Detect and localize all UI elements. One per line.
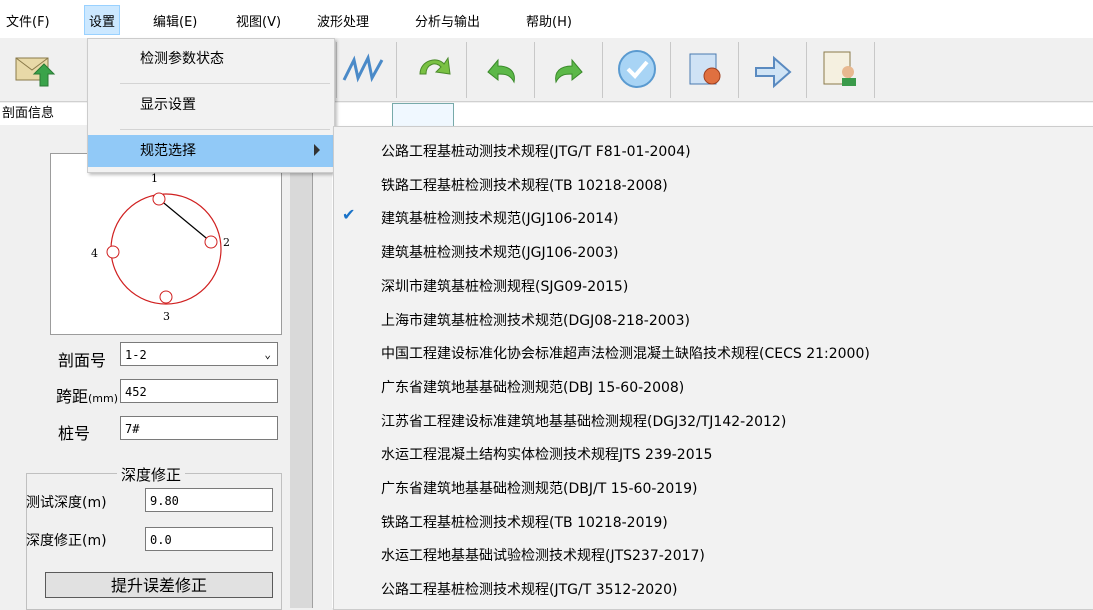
pile-point-4: 4 <box>91 247 98 260</box>
standards-submenu: 公路工程基桩动测技术规程(JTG/T F81-01-2004) 铁路工程基桩检测技… <box>333 126 1093 610</box>
standard-item-label: 铁路工程基桩检测技术规程(TB 10218-2008) <box>381 177 668 194</box>
menu-help[interactable]: 帮助(H) <box>526 11 572 30</box>
standard-item[interactable]: 广东省建筑地基基础检测规范(DBJ/T 15-60-2019) <box>334 472 1093 503</box>
standard-item-label: 广东省建筑地基基础检测规范(DBJ 15-60-2008) <box>381 379 685 396</box>
standard-item-label: 上海市建筑基桩检测技术规范(DGJ08-218-2003) <box>381 312 690 329</box>
menu-waveform[interactable]: 波形处理 <box>317 11 369 30</box>
menu-item-detection-params[interactable]: 检测参数状态 <box>88 43 334 75</box>
standard-item[interactable]: 铁路工程基桩检测技术规程(TB 10218-2019) <box>334 506 1093 537</box>
menu-bar: 文件(F) 设置 编辑(E) 视图(V) 波形处理 分析与输出 帮助(H) <box>0 0 1093 38</box>
standard-item[interactable]: 江苏省工程建设标准建筑地基基础检测规程(DGJ32/TJ142-2012) <box>334 405 1093 436</box>
standard-item-label: 建筑基桩检测技术规范(JGJ106-2003) <box>381 245 619 262</box>
menu-edit[interactable]: 编辑(E) <box>153 11 197 30</box>
pile-no-label: 桩号 <box>58 424 91 443</box>
check-circle-icon[interactable] <box>612 44 662 94</box>
standard-item-label: 深圳市建筑基桩检测规程(SJG09-2015) <box>381 278 629 295</box>
section-no-label: 剖面号 <box>58 351 107 370</box>
standard-item[interactable]: 水运工程混凝土结构实体检测技术规程JTS 239-2015 <box>334 438 1093 469</box>
menu-settings[interactable]: 设置 <box>84 5 121 35</box>
undo-icon[interactable] <box>476 44 526 94</box>
depth-correction-label: 深度修正(m) <box>26 533 107 549</box>
forward-arrow-icon[interactable] <box>748 44 798 94</box>
span-label: 跨距(mm) <box>56 387 119 406</box>
chevron-down-icon: ⌄ <box>264 348 271 361</box>
pile-no-input[interactable]: 7# <box>120 416 278 440</box>
settings-dropdown-menu: 检测参数状态 显示设置 规范选择 <box>87 38 335 173</box>
standard-item-label: 广东省建筑地基基础检测规范(DBJ/T 15-60-2019) <box>381 481 698 497</box>
standard-item-label: 水运工程混凝土结构实体检测技术规程JTS 239-2015 <box>381 447 713 464</box>
standard-item[interactable]: 深圳市建筑基桩检测规程(SJG09-2015) <box>334 270 1093 301</box>
menu-item-display-settings[interactable]: 显示设置 <box>88 89 334 121</box>
redo-icon[interactable] <box>544 44 594 94</box>
waveform-icon[interactable] <box>340 44 390 94</box>
standard-item-label: 铁路工程基桩检测技术规程(TB 10218-2019) <box>381 514 668 531</box>
test-depth-label: 测试深度(m) <box>26 495 107 511</box>
refresh-arrows-icon[interactable] <box>408 44 458 94</box>
standard-item[interactable]: 水运工程地基基础试验检测技术规程(JTS237-2017) <box>334 539 1093 570</box>
standard-item-label: 中国工程建设标准化协会标准超声法检测混凝土缺陷技术规程(CECS 21:2000… <box>381 346 870 363</box>
standard-item-label: 水运工程地基基础试验检测技术规程(JTS237-2017) <box>381 548 705 565</box>
standard-item[interactable]: ✔ 建筑基桩检测技术规范(JGJ106-2014) <box>334 202 1093 233</box>
pile-section-diagram: 1 2 3 4 <box>50 153 282 335</box>
section-info-tab[interactable]: 剖面信息 <box>0 103 87 125</box>
standard-item[interactable]: 铁路工程基桩检测技术规程(TB 10218-2008) <box>334 169 1093 200</box>
main-tab[interactable] <box>392 103 454 127</box>
section-no-select[interactable]: 1-2 ⌄ <box>120 342 278 366</box>
standard-item-label: 公路工程基桩动测技术规程(JTG/T F81-01-2004) <box>381 144 691 160</box>
menu-analysis-output[interactable]: 分析与输出 <box>415 11 480 30</box>
standard-item-label: 建筑基桩检测技术规范(JGJ106-2014) <box>381 211 619 228</box>
pile-point-1: 1 <box>151 172 158 185</box>
test-depth-input[interactable]: 9.80 <box>145 488 273 512</box>
standard-item[interactable]: 中国工程建设标准化协会标准超声法检测混凝土缺陷技术规程(CECS 21:2000… <box>334 337 1093 368</box>
submenu-arrow-icon <box>314 144 320 156</box>
menu-view[interactable]: 视图(V) <box>236 11 281 30</box>
standard-item[interactable]: 广东省建筑地基基础检测规范(DBJ 15-60-2008) <box>334 371 1093 402</box>
lift-error-correction-button[interactable]: 提升误差修正 <box>45 572 273 598</box>
standard-item[interactable]: 公路工程基桩检测技术规程(JTG/T 3512-2020) <box>334 573 1093 604</box>
splitter[interactable] <box>312 170 333 608</box>
analyze-icon[interactable] <box>680 44 730 94</box>
check-icon: ✔ <box>342 205 356 225</box>
standard-item[interactable]: 建筑基桩检测技术规范(JGJ106-2003) <box>334 236 1093 267</box>
standard-item[interactable]: 上海市建筑基桩检测技术规范(DGJ08-218-2003) <box>334 304 1093 335</box>
standard-item[interactable]: 公路工程基桩动测技术规程(JTG/T F81-01-2004) <box>334 135 1093 166</box>
menu-file[interactable]: 文件(F) <box>6 11 50 30</box>
depth-correction-input[interactable]: 0.0 <box>145 527 273 551</box>
pile-point-3: 3 <box>163 310 170 323</box>
standard-item-label: 江苏省工程建设标准建筑地基基础检测规程(DGJ32/TJ142-2012) <box>381 413 787 430</box>
report-user-icon[interactable] <box>816 44 866 94</box>
left-scrollbar[interactable] <box>290 125 312 608</box>
pile-point-2: 2 <box>223 236 230 249</box>
menu-item-standard-selection[interactable]: 规范选择 <box>88 135 334 167</box>
open-file-icon[interactable] <box>10 44 60 94</box>
span-input[interactable]: 452 <box>120 379 278 403</box>
depth-group-title: 深度修正 <box>117 464 186 485</box>
standard-item-label: 公路工程基桩检测技术规程(JTG/T 3512-2020) <box>381 582 678 599</box>
